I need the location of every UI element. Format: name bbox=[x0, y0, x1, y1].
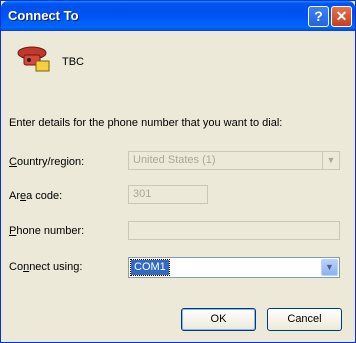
dialog-body: TBC Enter details for the phone number t… bbox=[5, 31, 351, 340]
cancel-button[interactable]: Cancel bbox=[267, 308, 342, 331]
country-dropdown[interactable]: United States (1) ▼ bbox=[128, 151, 340, 170]
country-label: Country/region: bbox=[9, 156, 85, 168]
instructions-text: Enter details for the phone number that … bbox=[9, 117, 283, 129]
close-button[interactable]: ✕ bbox=[331, 6, 352, 27]
connect-using-value: COM1 bbox=[130, 259, 170, 276]
dialog-title: Connect To bbox=[8, 8, 79, 23]
chevron-down-icon: ▼ bbox=[322, 152, 339, 169]
connect-using-label: Connect using: bbox=[9, 261, 83, 273]
area-code-input[interactable]: 301 bbox=[128, 185, 208, 204]
area-code-value: 301 bbox=[133, 188, 152, 200]
area-code-label: Area code: bbox=[9, 190, 63, 202]
connect-to-dialog: Connect To ? ✕ TBC Enter details for the… bbox=[0, 0, 356, 343]
title-bar[interactable]: Connect To ? ✕ bbox=[1, 1, 355, 31]
country-value: United States (1) bbox=[133, 154, 216, 166]
phone-icon bbox=[17, 46, 50, 72]
phone-number-label: Phone number: bbox=[9, 225, 85, 237]
phone-number-input[interactable] bbox=[128, 221, 340, 240]
ok-button[interactable]: OK bbox=[181, 308, 256, 331]
chevron-down-icon[interactable]: ▼ bbox=[321, 259, 338, 276]
connection-name: TBC bbox=[62, 56, 84, 68]
help-button[interactable]: ? bbox=[308, 6, 329, 27]
connect-using-dropdown[interactable]: COM1 ▼ bbox=[128, 257, 340, 278]
